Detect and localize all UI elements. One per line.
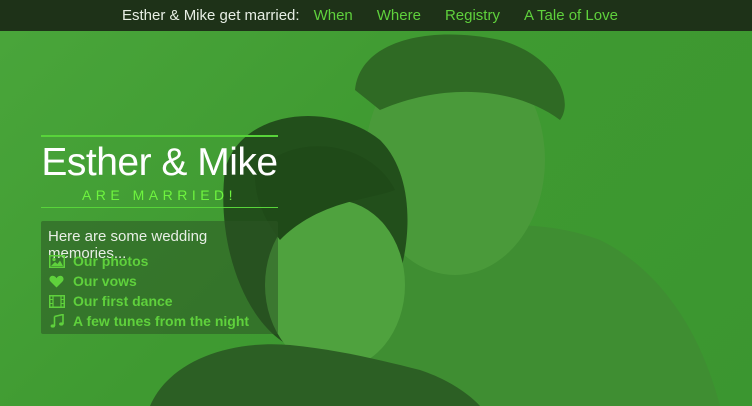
hero-title-block: Esther & Mike ARE MARRIED! [41, 135, 278, 208]
nav-link-where[interactable]: Where [377, 7, 421, 24]
nav-link-tale-of-love[interactable]: A Tale of Love [524, 7, 618, 24]
top-nav: Esther & Mike get married: When Where Re… [0, 0, 752, 31]
memory-link-tunes[interactable]: A few tunes from the night [48, 311, 249, 331]
nav-title: Esther & Mike get married: [122, 7, 300, 24]
memory-label: A few tunes from the night [73, 313, 250, 329]
memory-link-photos[interactable]: Our photos [48, 251, 249, 271]
memory-label: Our first dance [73, 293, 173, 309]
memory-link-first-dance[interactable]: Our first dance [48, 291, 249, 311]
memories-panel: Here are some wedding memories... Our ph… [41, 221, 278, 334]
nav-link-when[interactable]: When [314, 7, 353, 24]
music-icon [48, 314, 65, 328]
nav-link-registry[interactable]: Registry [445, 7, 500, 24]
married-subtitle: ARE MARRIED! [81, 187, 238, 203]
memory-link-vows[interactable]: Our vows [48, 271, 249, 291]
memory-label: Our vows [73, 273, 137, 289]
image-icon [48, 254, 65, 268]
memory-label: Our photos [73, 253, 149, 269]
memories-list: Our photos Our vows Our first dance A fe… [48, 251, 249, 331]
couple-names: Esther & Mike [41, 141, 278, 184]
bottom-divider [41, 207, 278, 208]
heart-icon [48, 274, 65, 288]
film-icon [48, 294, 65, 308]
top-divider [41, 135, 278, 137]
